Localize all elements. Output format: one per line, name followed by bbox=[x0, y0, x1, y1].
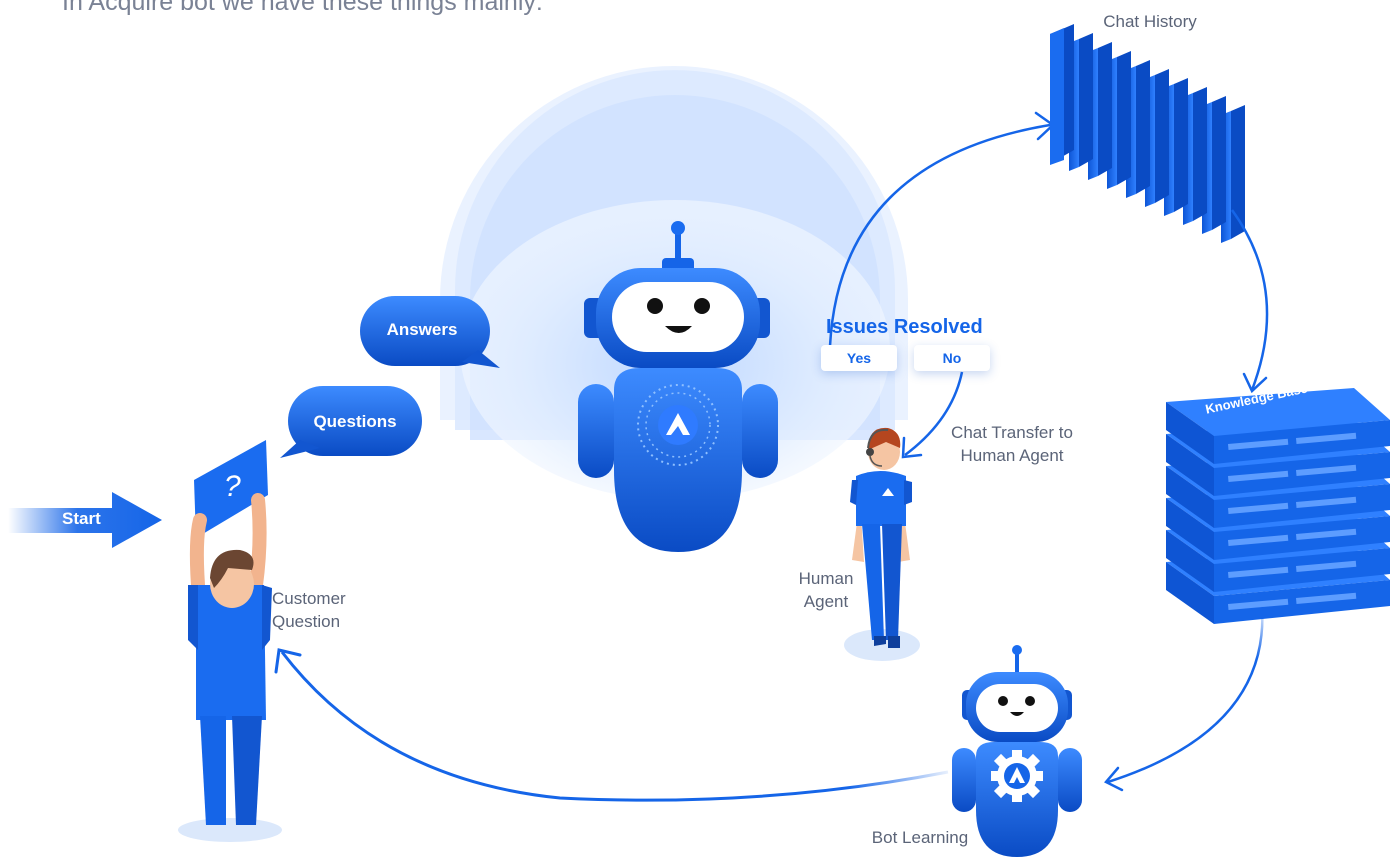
arrow-to-knowledge-base bbox=[1230, 209, 1269, 394]
questions-label: Questions bbox=[313, 412, 397, 431]
arrow-to-customer bbox=[274, 648, 949, 802]
chat-history-panel-side bbox=[1079, 33, 1093, 167]
chat-history-panel-side bbox=[1193, 87, 1207, 221]
arrow-to-bot-learning bbox=[1104, 605, 1264, 792]
chat-transfer-label: Chat Transfer to Human Agent bbox=[936, 421, 1088, 467]
bot-learning-label: Bot Learning bbox=[871, 828, 969, 847]
knowledge-base-stack bbox=[1166, 388, 1390, 624]
start-label: Start bbox=[62, 509, 101, 528]
chat-transfer-line-1: Chat Transfer to bbox=[951, 423, 1073, 442]
chat-transfer-line-2: Human Agent bbox=[960, 446, 1064, 465]
bot-flow-diagram bbox=[8, 24, 1390, 857]
intro-text: In Acquire bot we have these things main… bbox=[62, 0, 543, 16]
chat-history-panel-side bbox=[1174, 78, 1188, 212]
chat-history-panel-side bbox=[1117, 51, 1131, 185]
chat-history-label: Chat History bbox=[1103, 12, 1197, 31]
human-agent-line-1: Human bbox=[798, 569, 854, 588]
customer-question-line-1: Customer bbox=[272, 589, 346, 608]
human-agent-figure bbox=[844, 427, 920, 661]
no-option: No bbox=[914, 345, 990, 371]
customer-question-label: Customer Question bbox=[272, 587, 346, 633]
chat-history-panel-side bbox=[1136, 60, 1150, 194]
issues-resolved-label: Issues Resolved bbox=[826, 316, 983, 338]
human-agent-label: Human Agent bbox=[786, 567, 866, 613]
chat-history-panel-side bbox=[1098, 42, 1112, 176]
chat-history-panel-side bbox=[1212, 96, 1226, 230]
chat-history-panel-face bbox=[1050, 28, 1064, 165]
yes-option: Yes bbox=[821, 345, 897, 371]
customer-question-line-2: Question bbox=[272, 612, 341, 631]
question-mark-sign: ? bbox=[224, 470, 241, 503]
chat-history-stack bbox=[1050, 24, 1245, 243]
gear-icon bbox=[991, 750, 1043, 802]
answers-label: Answers bbox=[386, 320, 458, 339]
chat-history-panel-side bbox=[1155, 69, 1169, 203]
human-agent-line-2: Agent bbox=[803, 592, 849, 611]
